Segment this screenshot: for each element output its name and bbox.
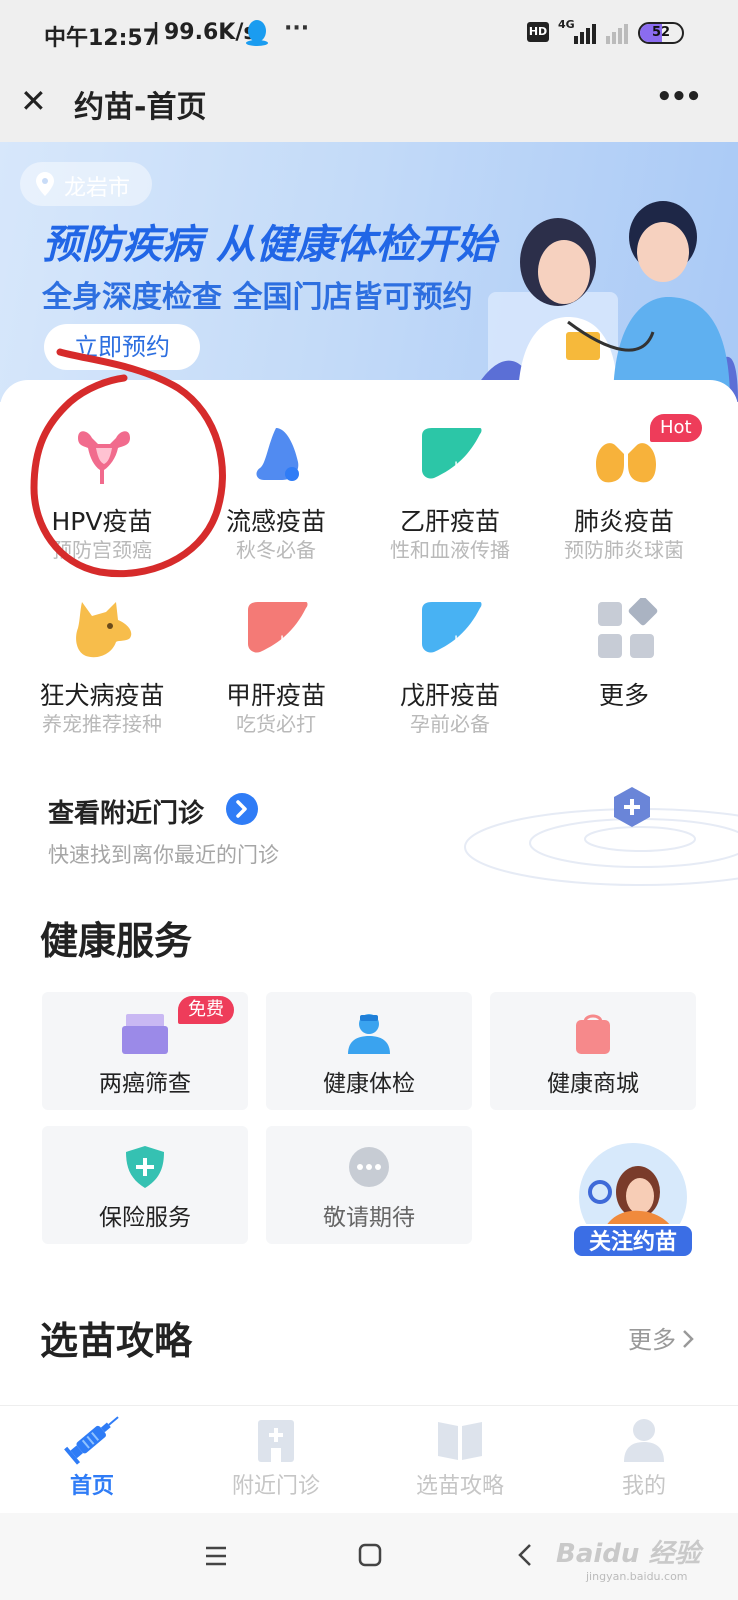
nose-icon — [246, 424, 310, 488]
tab-guide[interactable]: 选苗攻略 — [368, 1406, 552, 1514]
hot-badge: Hot — [650, 414, 702, 442]
battery-icon: 52 — [638, 22, 684, 44]
more-menu-icon[interactable]: ••• — [656, 82, 702, 112]
status-speed: 99.6K/s — [164, 20, 257, 45]
liver-hav-icon: HAV — [246, 598, 310, 662]
banner-headline: 预防疾病 从健康体检开始 — [42, 222, 496, 268]
watermark-text: Baidu 经验 — [556, 1539, 701, 1569]
lungs-icon — [594, 424, 658, 488]
location-pin-icon — [36, 172, 54, 196]
vaccine-name: 乙肝疫苗 — [399, 507, 500, 536]
title-bar: ✕ 约苗-首页 ••• — [0, 68, 738, 142]
free-badge: 免费 — [178, 996, 234, 1024]
liver-hev-icon: HEV — [420, 598, 484, 662]
health-services-title: 健康服务 — [40, 919, 193, 963]
tab-nearby-clinic[interactable]: 附近门诊 — [184, 1406, 368, 1514]
tab-profile-label: 我的 — [621, 1474, 666, 1499]
status-bar: 中午12:57 | 99.6K/s ··· HD 4G 52 — [0, 0, 738, 68]
follow-label: 关注约苗 — [572, 1224, 694, 1258]
tab-home[interactable]: 首页 — [0, 1406, 184, 1514]
guide-more-link[interactable]: 更多 — [628, 1320, 695, 1354]
back-icon[interactable] — [516, 1543, 534, 1567]
nearby-clinic-card[interactable]: 查看附近门诊 快速找到离你最近的门诊 — [0, 775, 738, 895]
signal-2-icon — [606, 24, 628, 44]
guide-more-label: 更多 — [628, 1326, 676, 1354]
screening-icon — [122, 1012, 168, 1054]
follow-yuemiao-badge[interactable]: 关注约苗 — [568, 1142, 698, 1262]
city-label: 龙岩市 — [64, 176, 131, 201]
nearby-subtitle: 快速找到离你最近的门诊 — [48, 843, 279, 867]
svg-text:HBV: HBV — [454, 460, 484, 476]
health-service-4[interactable]: 保险服务 — [42, 1126, 248, 1244]
nearby-title: 查看附近门诊 — [48, 799, 205, 829]
doctor-illustration — [468, 201, 738, 402]
page-title: 约苗-首页 — [74, 90, 207, 125]
battery-level: 52 — [651, 25, 671, 40]
hospital-icon — [258, 1420, 294, 1462]
chevron-right-icon — [683, 1330, 694, 1348]
close-icon[interactable]: ✕ — [20, 82, 47, 120]
arrow-right-circle-icon[interactable] — [226, 793, 258, 825]
checkup-icon — [346, 1012, 392, 1054]
hd-icon: HD — [527, 22, 549, 42]
guide-title: 选苗攻略 — [40, 1319, 193, 1363]
syringe-icon — [64, 1416, 119, 1465]
shield-plus-icon — [122, 1146, 168, 1188]
tab-home-label: 首页 — [69, 1474, 114, 1499]
shopping-bag-icon — [570, 1012, 616, 1054]
service-label: 两癌筛查 — [99, 1071, 191, 1097]
vaccine-name: 肺炎疫苗 — [573, 507, 674, 536]
vaccine-subtitle: 预防肺炎球菌 — [564, 538, 684, 562]
qq-icon — [246, 20, 268, 46]
radar-illustration — [464, 787, 738, 886]
baidu-watermark: Baidu 经验 jingyan.baidu.com — [556, 1533, 736, 1593]
vaccine-subtitle: 性和血液传播 — [390, 538, 510, 562]
menu-icon[interactable] — [204, 1545, 228, 1567]
tab-guide-label: 选苗攻略 — [415, 1474, 504, 1499]
tab-profile[interactable]: 我的 — [552, 1406, 736, 1514]
vaccine-name: 更多 — [598, 681, 649, 710]
bottom-tab-bar: 首页 附近门诊 选苗攻略 我的 — [0, 1405, 738, 1513]
vaccine-subtitle: 孕前必备 — [410, 712, 490, 736]
health-service-2[interactable]: 健康体检 — [266, 992, 472, 1110]
book-icon — [438, 1422, 482, 1460]
health-service-5[interactable]: 敬请期待 — [266, 1126, 472, 1244]
annotation-circle — [30, 348, 226, 578]
ellipsis-icon — [346, 1146, 392, 1188]
system-nav-bar: Baidu 经验 jingyan.baidu.com — [0, 1513, 738, 1600]
vaccine-name: 甲肝疫苗 — [225, 681, 326, 710]
clinic-plus-icon — [614, 787, 650, 827]
vaccine-subtitle: 吃货必打 — [236, 712, 316, 736]
liver-hbv-icon: HBV — [420, 424, 484, 488]
grid-more-icon — [594, 596, 658, 662]
tab-nearby-label: 附近门诊 — [231, 1474, 320, 1499]
service-label: 健康商城 — [547, 1071, 639, 1097]
service-label: 保险服务 — [99, 1205, 191, 1231]
svg-text:HEV: HEV — [454, 634, 483, 650]
status-more-icon: ··· — [284, 16, 310, 41]
signal-icon — [574, 24, 596, 44]
city-selector[interactable]: 龙岩市 — [20, 162, 152, 206]
svg-text:HAV: HAV — [280, 634, 309, 650]
health-service-1[interactable]: 两癌筛查 免费 — [42, 992, 248, 1110]
watermark-url: jingyan.baidu.com — [586, 1570, 688, 1583]
person-icon — [624, 1419, 664, 1462]
dog-icon — [72, 598, 136, 662]
status-time: 中午12:57 — [44, 26, 159, 51]
home-square-icon[interactable] — [358, 1543, 382, 1567]
health-service-3[interactable]: 健康商城 — [490, 992, 696, 1110]
vaccine-name: 戊肝疫苗 — [399, 681, 500, 710]
service-label: 敬请期待 — [323, 1205, 415, 1231]
vaccine-subtitle: 养宠推荐接种 — [42, 712, 162, 736]
service-label: 健康体检 — [323, 1071, 415, 1097]
vaccine-name: 狂犬病疫苗 — [39, 681, 165, 710]
banner-subline: 全身深度检查 全国门店皆可预约 — [42, 280, 473, 315]
